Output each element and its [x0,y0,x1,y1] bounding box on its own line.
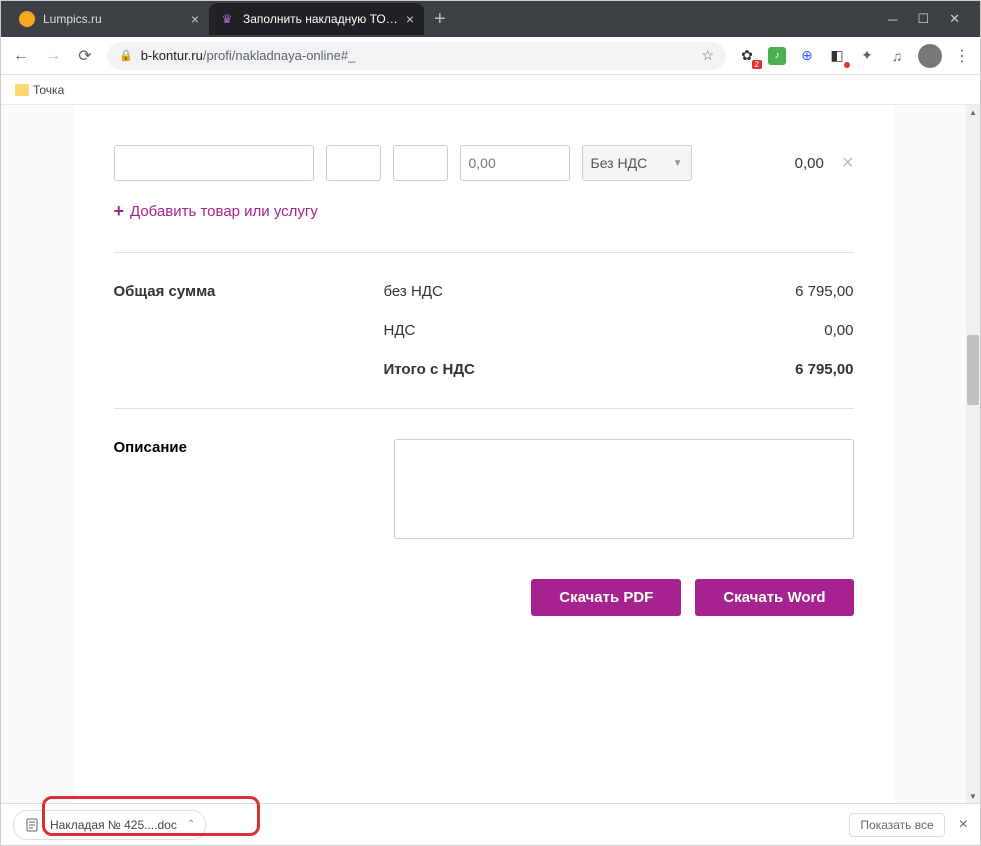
extension-icons: ✿2 ♪ ⊕ ◧ ✦ ♫ ⋮ [738,44,970,68]
tab-lumpics[interactable]: Lumpics.ru × [9,3,209,35]
ext-icon-4[interactable]: ◧ [828,47,846,65]
minimize-button[interactable]: ─ [888,12,897,27]
scrollbar-thumb[interactable] [967,335,979,405]
page-scroll: Без НДС ▼ 0,00 × + Добавить товар или ус… [1,105,966,803]
bookmark-tochka[interactable]: Точка [15,83,64,97]
form-card: Без НДС ▼ 0,00 × + Добавить товар или ус… [74,105,894,803]
description-field[interactable] [394,439,854,539]
forward-button[interactable]: → [43,46,63,66]
chevron-down-icon: ▼ [673,158,683,169]
add-item-link[interactable]: + Добавить товар или услугу [114,201,854,222]
menu-button[interactable]: ⋮ [954,46,970,66]
totals-section: Общая сумма без НДС 6 795,00 НДС 0,00 Ит… [114,283,854,378]
download-chip[interactable]: Накладая № 425....doc ⌃ [13,810,206,840]
browser-window: Lumpics.ru × ♛ Заполнить накладную ТОРГ-… [0,0,981,846]
document-icon [24,817,40,833]
description-label: Описание [114,439,364,539]
maximize-button[interactable]: ☐ [917,11,929,27]
item-unit-input[interactable] [393,145,448,181]
delete-row-icon[interactable]: × [842,152,854,175]
toolbar: ← → ⟳ 🔒 b-kontur.ru/profi/nakladnaya-onl… [1,37,980,75]
ext-icon-1[interactable]: ✿2 [738,47,756,65]
reading-list-icon[interactable]: ♫ [888,47,906,65]
address-bar[interactable]: 🔒 b-kontur.ru/profi/nakladnaya-online#_ … [107,42,726,70]
item-amount: 0,00 [704,155,830,172]
bookmark-star-icon[interactable]: ☆ [701,47,714,64]
window-controls: ─ ☐ ✕ [868,1,980,37]
totals-label: Общая сумма [114,283,384,300]
totals-row3-label: Итого с НДС [384,361,584,378]
close-icon[interactable]: × [191,11,199,27]
description-row: Описание [114,439,854,539]
totals-row1-value: 6 795,00 [584,283,854,300]
tab-title: Lumpics.ru [43,12,183,26]
item-name-input[interactable] [114,145,314,181]
tabs-row: Lumpics.ru × ♛ Заполнить накладную ТОРГ-… [1,1,868,37]
divider [114,408,854,409]
reload-button[interactable]: ⟳ [75,46,95,66]
scroll-up-icon[interactable]: ▲ [966,105,980,119]
downloads-bar: Накладая № 425....doc ⌃ Показать все × [1,803,980,845]
favicon-crown-icon: ♛ [219,11,235,27]
favicon-orange-icon [19,11,35,27]
chevron-up-icon[interactable]: ⌃ [187,819,195,830]
scrollbar-track[interactable]: ▲ ▼ [966,105,980,803]
download-filename: Накладая № 425....doc [50,818,177,832]
download-word-button[interactable]: Скачать Word [695,579,853,616]
extensions-puzzle-icon[interactable]: ✦ [858,47,876,65]
lock-icon: 🔒 [119,49,133,62]
scroll-down-icon[interactable]: ▼ [966,789,980,803]
content-area: Без НДС ▼ 0,00 × + Добавить товар или ус… [1,105,980,803]
ext-icon-3[interactable]: ⊕ [798,47,816,65]
ext-icon-2[interactable]: ♪ [768,47,786,65]
bookmarks-bar: Точка [1,75,980,105]
plus-icon: + [114,201,125,222]
vat-select-value: Без НДС [591,155,648,171]
totals-row2-label: НДС [384,322,584,339]
close-icon[interactable]: × [406,11,414,27]
back-button[interactable]: ← [11,46,31,66]
item-price-input[interactable] [460,145,570,181]
tab-nakladnaya[interactable]: ♛ Заполнить накладную ТОРГ-12 × [209,3,424,35]
folder-icon [15,84,29,96]
close-downloads-icon[interactable]: × [959,816,968,834]
totals-row2-value: 0,00 [584,322,854,339]
titlebar: Lumpics.ru × ♛ Заполнить накладную ТОРГ-… [1,1,980,37]
downloads-right: Показать все × [849,813,968,837]
bookmark-label: Точка [33,83,64,97]
close-window-button[interactable]: ✕ [949,11,960,27]
item-row: Без НДС ▼ 0,00 × [114,145,854,181]
action-buttons: Скачать PDF Скачать Word [114,579,854,616]
new-tab-button[interactable]: + [424,8,456,31]
tab-title: Заполнить накладную ТОРГ-12 [243,12,398,26]
profile-avatar[interactable] [918,44,942,68]
show-all-button[interactable]: Показать все [849,813,944,837]
item-qty-input[interactable] [326,145,381,181]
totals-row1-label: без НДС [384,283,584,300]
add-item-label: Добавить товар или услугу [130,203,318,220]
vat-select[interactable]: Без НДС ▼ [582,145,692,181]
totals-row3-value: 6 795,00 [584,361,854,378]
url-text: b-kontur.ru/profi/nakladnaya-online#_ [141,48,694,63]
download-pdf-button[interactable]: Скачать PDF [531,579,681,616]
divider [114,252,854,253]
